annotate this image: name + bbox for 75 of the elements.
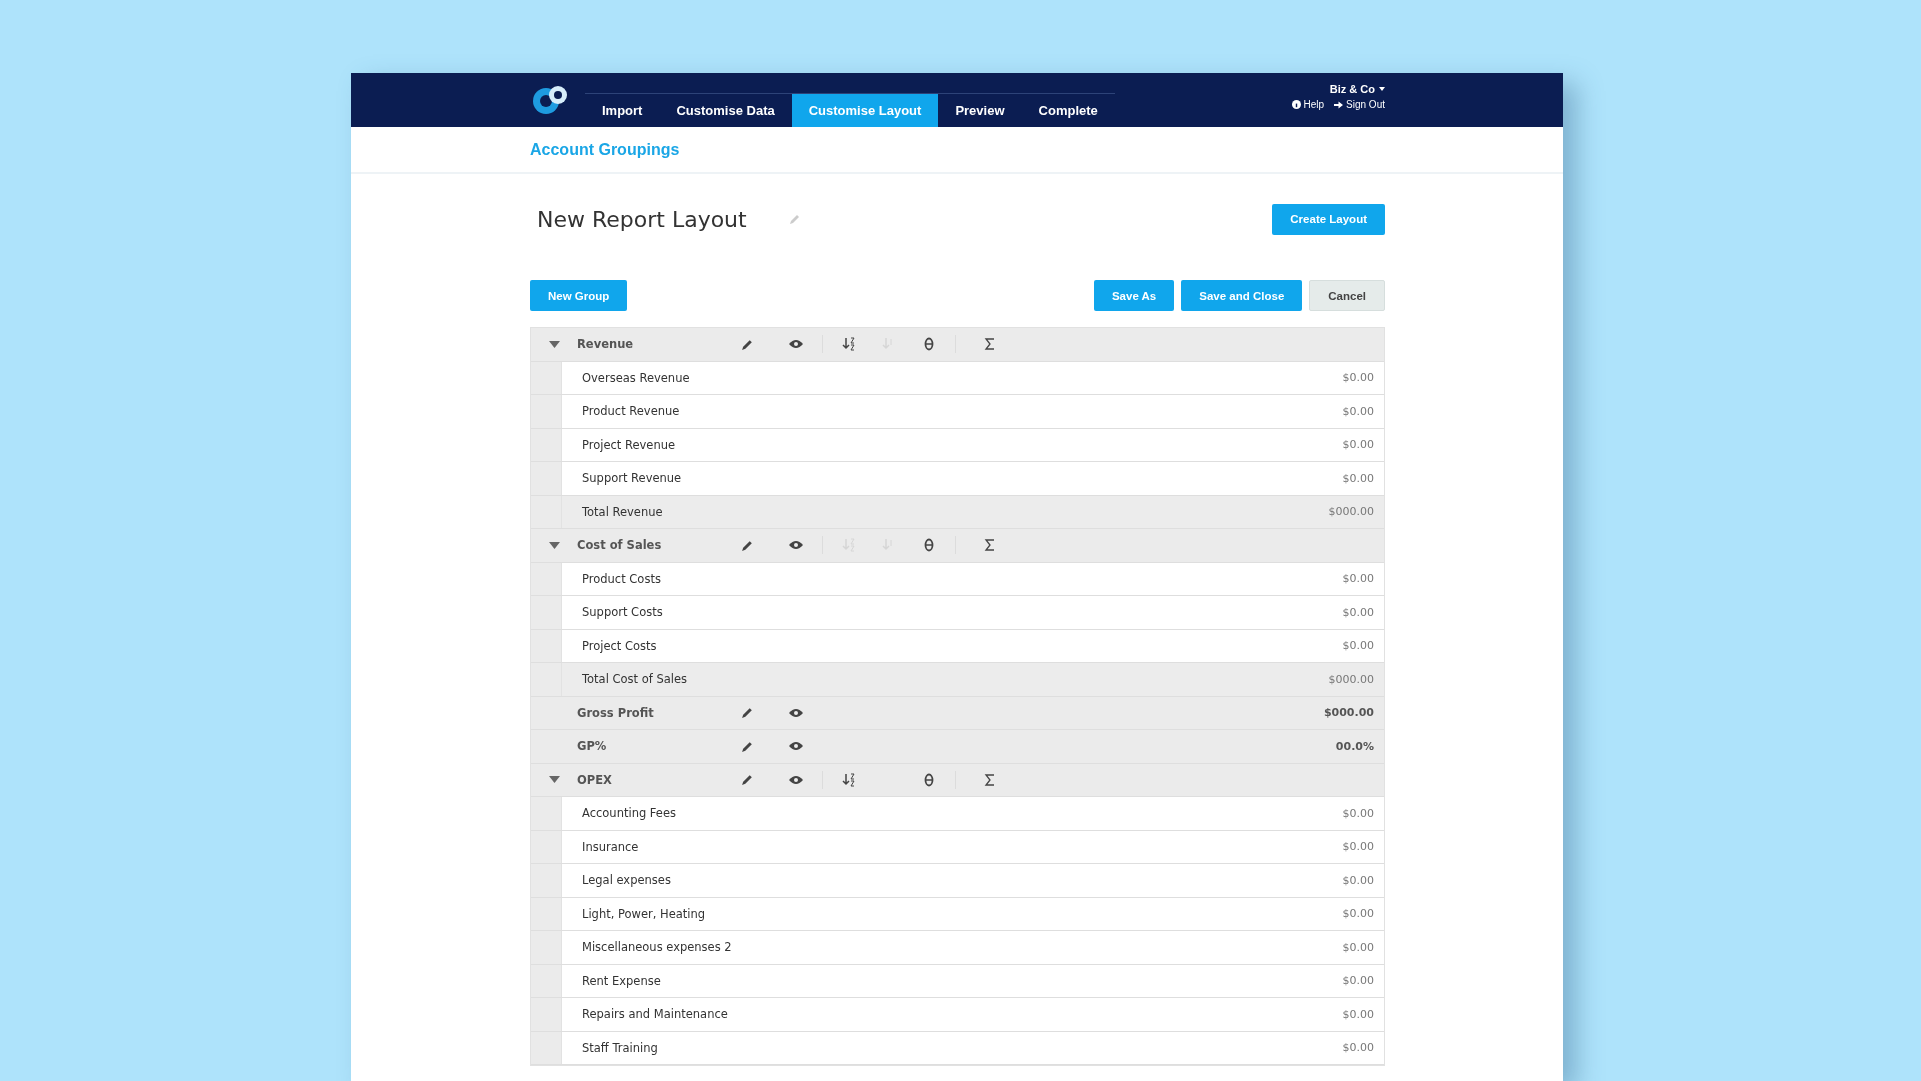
sigma-icon[interactable] — [983, 337, 997, 352]
total-label: Total Cost of Sales — [581, 672, 689, 687]
amount: $0.00 — [1342, 605, 1375, 619]
amount: $0.00 — [1342, 572, 1375, 586]
pencil-icon[interactable] — [740, 739, 754, 753]
page-title: Account Groupings — [530, 141, 680, 159]
account-name: Project Costs — [581, 638, 658, 653]
help-icon — [1291, 100, 1301, 109]
account-name: Project Revenue — [581, 437, 677, 452]
nav-tab[interactable]: Import — [585, 94, 660, 127]
total-label: Total Revenue — [581, 504, 664, 519]
arrow-icon — [1334, 100, 1344, 109]
eye-icon[interactable] — [789, 741, 803, 752]
sigma-icon[interactable] — [983, 772, 997, 787]
collapse-triangle-icon[interactable] — [548, 776, 560, 784]
sort-icon[interactable] — [842, 337, 856, 352]
collapse-triangle-icon[interactable] — [548, 541, 560, 549]
account-name: Support Costs — [581, 605, 664, 620]
account-name: Support Revenue — [581, 471, 683, 486]
amount: $0.00 — [1342, 639, 1375, 653]
collapse-triangle-icon[interactable] — [548, 340, 560, 348]
amount: $0.00 — [1342, 974, 1375, 988]
amount: $0.00 — [1342, 873, 1375, 887]
account-name: Staff Training — [581, 1040, 659, 1055]
amount: $000.00 — [1328, 505, 1375, 519]
sort-icon[interactable] — [842, 772, 856, 787]
group-name: Cost of Sales — [577, 538, 663, 553]
account-name: Light, Power, Heating — [581, 906, 707, 921]
group-name: Revenue — [577, 337, 635, 352]
eye-icon[interactable] — [789, 707, 803, 718]
account-name: Product Revenue — [581, 404, 681, 419]
nav-tab[interactable]: Complete — [1021, 94, 1115, 127]
account-name: Repairs and Maintenance — [581, 1007, 729, 1022]
group-name: Gross Profit — [577, 705, 655, 720]
layout-name: New Report Layout — [537, 206, 747, 232]
amount: $0.00 — [1342, 806, 1375, 820]
account-name: Overseas Revenue — [581, 370, 691, 385]
pencil-icon[interactable] — [740, 538, 754, 552]
eye-icon[interactable] — [789, 774, 803, 785]
caret-icon[interactable] — [1379, 87, 1385, 91]
group-name: OPEX — [577, 772, 613, 787]
nav-tab[interactable]: Customise Data — [659, 94, 792, 127]
eye-icon[interactable] — [789, 540, 803, 551]
account-name: Product Costs — [581, 571, 662, 586]
account-name: Miscellaneous expenses 2 — [581, 940, 733, 955]
theta-icon[interactable] — [922, 337, 936, 352]
amount: $000.00 — [1328, 672, 1375, 686]
amount: $0.00 — [1342, 940, 1375, 954]
amount: $0.00 — [1342, 907, 1375, 921]
nav-tab[interactable]: Preview — [938, 94, 1022, 127]
pencil-icon[interactable] — [740, 773, 754, 787]
eye-icon[interactable] — [789, 339, 803, 350]
amount: $0.00 — [1342, 404, 1375, 418]
account-name: Rent Expense — [581, 973, 662, 988]
pencil-icon[interactable] — [740, 706, 754, 720]
amount: $0.00 — [1342, 1007, 1375, 1021]
amount: $0.00 — [1342, 840, 1375, 854]
group-name: GP% — [577, 739, 608, 754]
company-name[interactable]: Biz & Co — [1329, 83, 1375, 95]
theta-icon[interactable] — [922, 772, 936, 787]
amount: $000.00 — [1323, 706, 1375, 720]
pencil-icon[interactable] — [740, 337, 754, 351]
amount: $0.00 — [1342, 471, 1375, 485]
amount: $0.00 — [1342, 438, 1375, 452]
theta-icon[interactable] — [922, 538, 936, 553]
amount: $0.00 — [1342, 1041, 1375, 1055]
amount: 00.0% — [1335, 739, 1375, 753]
account-name: Insurance — [581, 839, 640, 854]
sign-out-link[interactable]: Sign Out — [1334, 99, 1385, 110]
account-name: Accounting Fees — [581, 806, 677, 821]
help-link[interactable]: Help — [1291, 99, 1325, 110]
account-name: Legal expenses — [581, 873, 672, 888]
sigma-icon[interactable] — [983, 538, 997, 553]
amount: $0.00 — [1342, 371, 1375, 385]
toolbar-button[interactable]: Cancel — [1309, 280, 1385, 311]
